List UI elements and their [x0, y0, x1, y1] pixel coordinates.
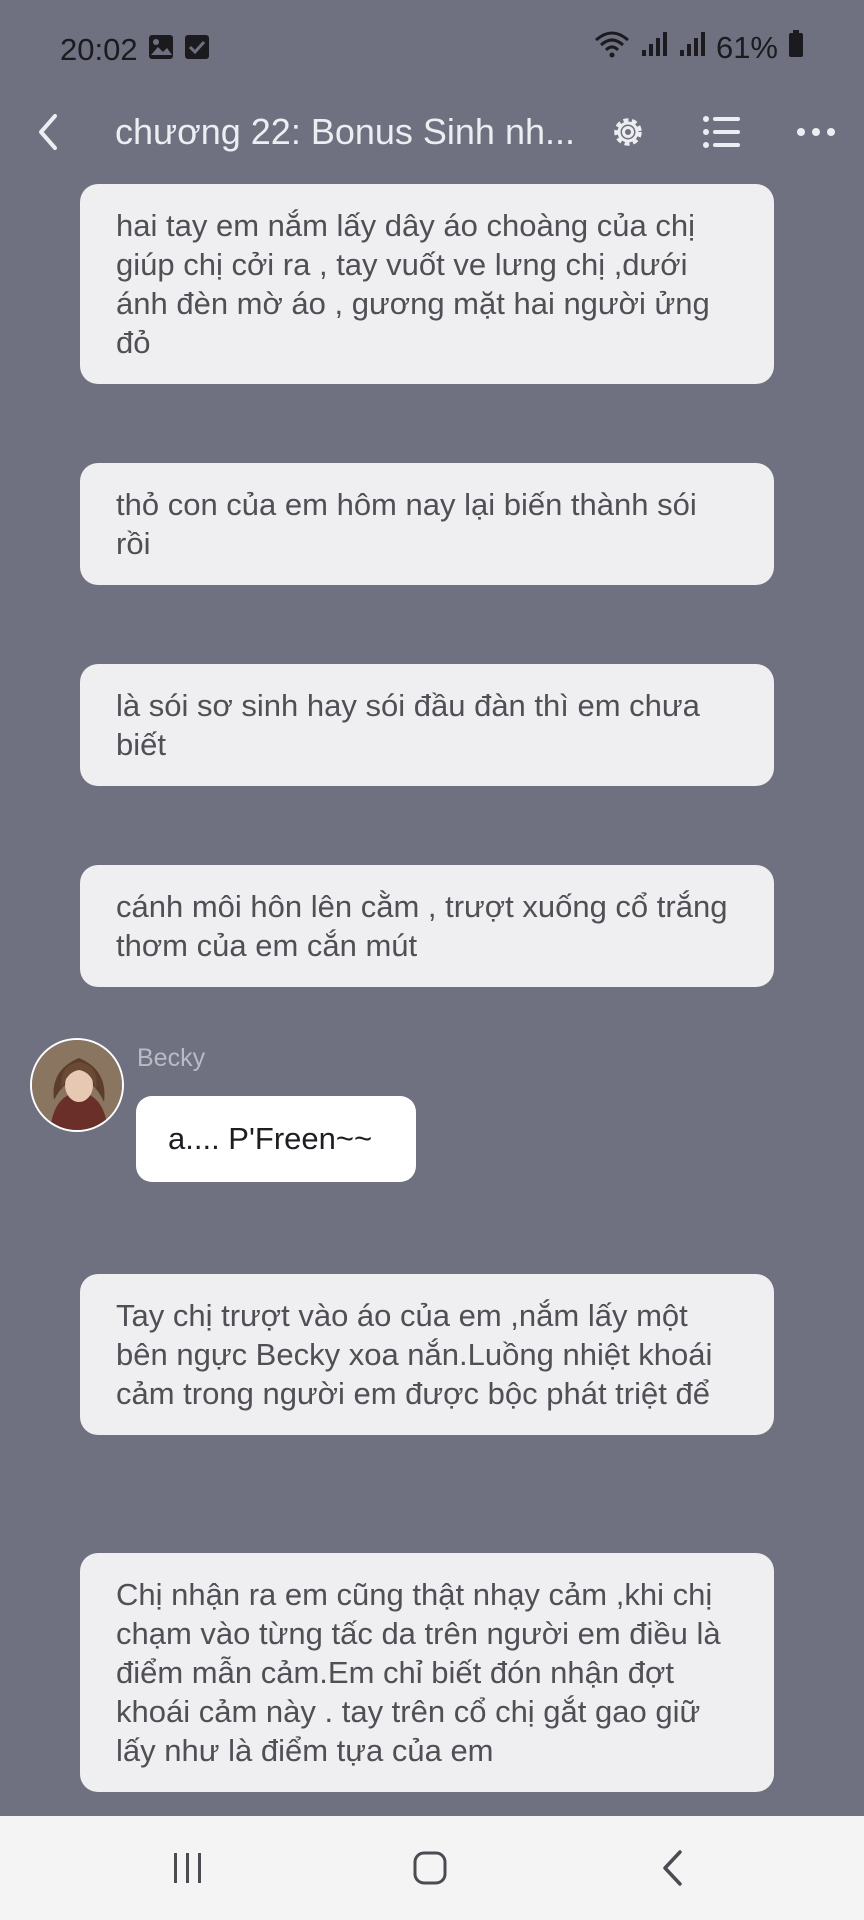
more-icon — [797, 128, 835, 136]
narration-bubble: Chị nhận ra em cũng thật nhạy cảm ,khi c… — [80, 1553, 774, 1792]
settings-button[interactable] — [596, 100, 660, 164]
avatar[interactable] — [30, 1038, 124, 1132]
list-icon — [703, 116, 740, 148]
home-icon — [413, 1851, 447, 1885]
gallery-icon — [148, 34, 174, 68]
chapter-list-button[interactable] — [690, 100, 754, 164]
narration-bubble: là sói sơ sinh hay sói đầu đàn thì em ch… — [80, 664, 774, 786]
home-button[interactable] — [370, 1816, 490, 1920]
app-header: chương 22: Bonus Sinh nh... — [0, 100, 864, 164]
signal-icon — [678, 30, 706, 66]
back-icon — [663, 1850, 682, 1886]
narration-bubble: hai tay em nắm lấy dây áo choàng của chị… — [80, 184, 774, 384]
status-bar: 20:02 61% — [0, 0, 864, 100]
recent-apps-icon — [174, 1853, 201, 1883]
message-list[interactable]: hai tay em nắm lấy dây áo choàng của chị… — [0, 164, 864, 1816]
signal-icon — [640, 30, 668, 66]
battery-percent: 61% — [715, 30, 778, 65]
narration-bubble: thỏ con của em hôm nay lại biến thành só… — [80, 463, 774, 585]
navigation-bar — [0, 1816, 864, 1920]
chapter-title: chương 22: Bonus Sinh nh... — [115, 111, 575, 152]
back-button[interactable] — [18, 100, 78, 164]
narration-bubble: cánh môi hôn lên cằm , trượt xuống cổ tr… — [80, 865, 774, 987]
narration-bubble: Tay chị trượt vào áo của em ,nắm lấy một… — [80, 1274, 774, 1435]
character-name: Becky — [137, 1044, 206, 1072]
back-icon — [39, 114, 57, 150]
status-time: 20:02 — [60, 32, 138, 67]
wifi-icon — [594, 30, 630, 66]
gear-icon — [614, 118, 642, 146]
checkbox-icon — [184, 34, 210, 68]
system-back-button[interactable] — [612, 1816, 732, 1920]
character-bubble: a.... P'Freen~~ — [136, 1096, 416, 1182]
more-button[interactable] — [784, 100, 848, 164]
recent-apps-button[interactable] — [128, 1816, 248, 1920]
battery-icon — [788, 30, 804, 66]
